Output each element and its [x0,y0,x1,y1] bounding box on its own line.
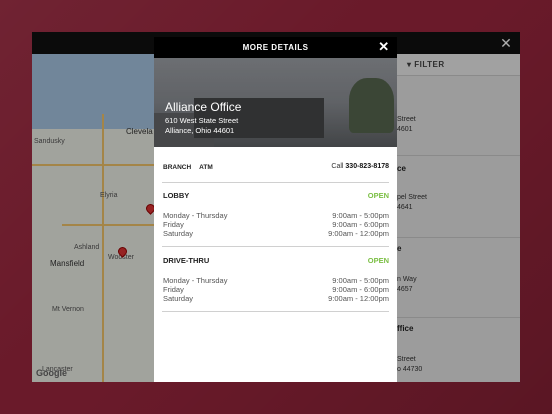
hours-day: Friday [163,285,184,294]
drive-thru-status-badge: OPEN [367,256,389,265]
location-address-line2: Alliance, Ohio 44601 [165,126,235,135]
location-name: Alliance Office [165,100,242,114]
hours-day: Monday - Thursday [163,276,228,285]
tag-atm: ATM [199,164,213,171]
hours-day: Monday - Thursday [163,211,228,220]
divider [162,182,389,183]
modal-title: MORE DETAILS [242,43,309,52]
details-modal: MORE DETAILS ✕ Alliance Office 610 West … [154,37,397,382]
hours-time: 9:00am - 12:00pm [328,294,389,303]
hours-day: Friday [163,220,184,229]
location-photo: Alliance Office 610 West State Street Al… [154,58,397,147]
call-label: Call [331,163,344,170]
divider [162,246,389,247]
modal-header: MORE DETAILS ✕ [154,37,397,58]
lobby-section-title: LOBBY [163,191,190,200]
hours-day: Saturday [163,229,194,238]
lobby-status-badge: OPEN [367,191,389,200]
hours-day: Saturday [163,294,194,303]
close-icon[interactable]: ✕ [377,40,391,54]
hours-time: 9:00am - 6:00pm [332,220,389,229]
call-link[interactable]: Call 330-823-8178 [331,163,389,170]
phone-number: 330-823-8178 [345,163,389,170]
hours-time: 9:00am - 5:00pm [332,276,389,285]
divider [162,311,389,312]
drive-thru-section-title: DRIVE-THRU [163,256,210,265]
hours-time: 9:00am - 6:00pm [332,285,389,294]
hours-time: 9:00am - 12:00pm [328,229,389,238]
hours-time: 9:00am - 5:00pm [332,211,389,220]
tag-branch: BRANCH [163,164,192,171]
location-address-line1: 610 West State Street [165,116,239,125]
service-tags: BRANCH ATM [163,164,221,171]
